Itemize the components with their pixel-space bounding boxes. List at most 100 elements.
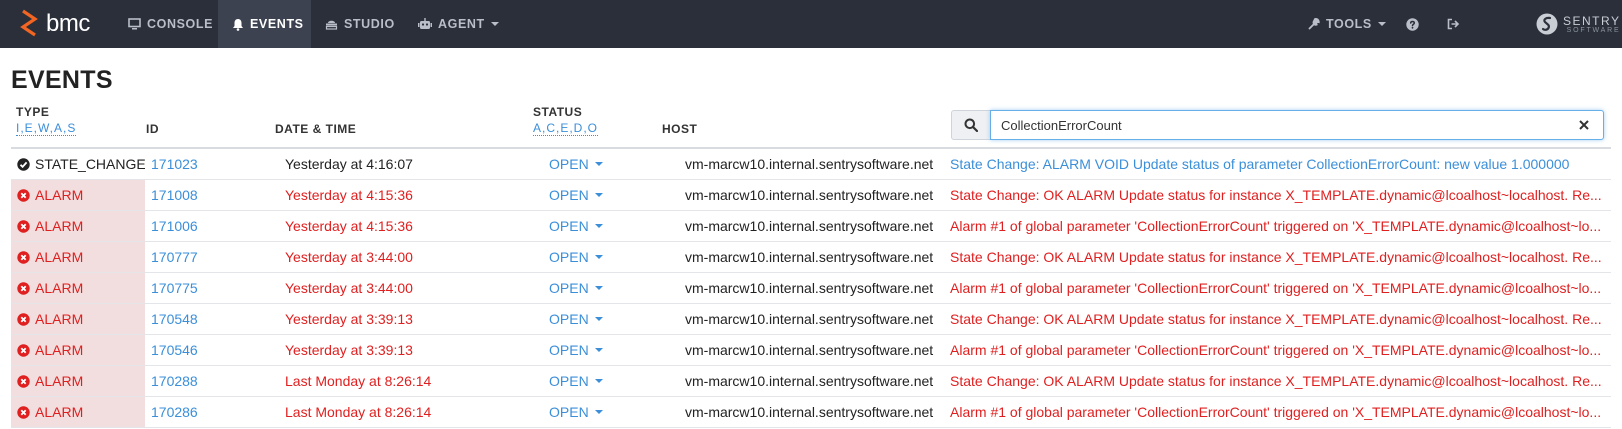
chevron-down-icon [594, 224, 603, 228]
nav-agent-dropdown[interactable]: AGENT [408, 0, 508, 48]
event-type-cell: STATE_CHANGE [11, 149, 145, 179]
chevron-down-icon [594, 286, 603, 290]
event-type-cell: ALARM [11, 397, 145, 427]
event-message[interactable]: Alarm #1 of global parameter 'Collection… [950, 335, 1611, 365]
search-input[interactable] [990, 110, 1604, 140]
event-status-label: OPEN [549, 373, 589, 389]
nav-studio[interactable]: STUDIO [315, 0, 407, 48]
event-id-link[interactable]: 170775 [151, 273, 271, 303]
event-message[interactable]: Alarm #1 of global parameter 'Collection… [950, 211, 1611, 241]
error-circle-icon [17, 281, 30, 295]
sentry-software-logo: SENTRY SOFTWARE [1536, 12, 1620, 36]
event-datetime: Yesterday at 3:44:00 [285, 249, 413, 265]
error-circle-icon [17, 250, 30, 264]
chevron-down-icon [1377, 22, 1386, 26]
clear-search-button[interactable] [1576, 117, 1592, 133]
event-message[interactable]: Alarm #1 of global parameter 'Collection… [950, 397, 1611, 427]
bmc-logo[interactable]: bmc [20, 8, 90, 40]
event-status-dropdown[interactable]: OPEN [549, 366, 669, 396]
table-row[interactable]: ALARM 170546 Yesterday at 3:39:13 OPEN vm-ma… [11, 335, 1611, 366]
table-row[interactable]: ALARM 170288 Last Monday at 8:26:14 OPEN vm-… [11, 366, 1611, 397]
event-datetime: Yesterday at 3:44:00 [285, 280, 413, 296]
event-id-link[interactable]: 171023 [151, 149, 271, 179]
table-row[interactable]: ALARM 170775 Yesterday at 3:44:00 OPEN vm-ma… [11, 273, 1611, 304]
event-status-dropdown[interactable]: OPEN [549, 335, 669, 365]
wrench-icon [1308, 18, 1320, 30]
event-status-dropdown[interactable]: OPEN [549, 273, 669, 303]
logout-button[interactable] [1439, 0, 1473, 48]
event-id-link[interactable]: 170777 [151, 242, 271, 272]
event-datetime: Yesterday at 4:16:07 [285, 156, 413, 172]
status-filter-link[interactable]: A,C,E,D,O [533, 122, 599, 136]
sentry-logo-icon [1536, 13, 1558, 35]
table-row[interactable]: ALARM 170548 Yesterday at 3:39:13 OPEN vm-ma… [11, 304, 1611, 335]
nav-tools-dropdown[interactable]: TOOLS [1300, 0, 1390, 48]
event-message[interactable]: State Change: OK ALARM Update status for… [950, 366, 1611, 396]
event-type: ALARM [35, 404, 84, 420]
table-row[interactable]: ALARM 170286 Last Monday at 8:26:14 OPEN vm-… [11, 397, 1611, 428]
event-status-dropdown[interactable]: OPEN [549, 304, 669, 334]
id-column-header[interactable]: ID [146, 122, 159, 136]
nav-events-label: EVENTS [250, 17, 304, 31]
event-id-link[interactable]: 170286 [151, 397, 271, 427]
event-id-link[interactable]: 170288 [151, 366, 271, 396]
chevron-down-icon [594, 348, 603, 352]
event-datetime: Last Monday at 8:26:14 [285, 404, 432, 420]
event-message[interactable]: State Change: ALARM VOID Update status o… [950, 149, 1611, 179]
chevron-down-icon [594, 410, 603, 414]
event-status-dropdown[interactable]: OPEN [549, 242, 669, 272]
event-datetime: Yesterday at 4:15:36 [285, 187, 413, 203]
sentry-name: SENTRY [1563, 13, 1621, 28]
nav-tools-label: TOOLS [1326, 17, 1372, 31]
event-status-label: OPEN [549, 404, 589, 420]
event-id-link[interactable]: 171006 [151, 211, 271, 241]
host-column-header[interactable]: HOST [662, 122, 697, 136]
chevron-down-icon [490, 22, 499, 26]
error-circle-icon [17, 374, 30, 388]
event-datetime: Yesterday at 3:39:13 [285, 342, 413, 358]
help-button[interactable] [1398, 0, 1432, 48]
event-message[interactable]: State Change: OK ALARM Update status for… [950, 242, 1611, 272]
event-message[interactable]: State Change: OK ALARM Update status for… [950, 180, 1611, 210]
brand-name: bmc [46, 10, 90, 37]
event-type: ALARM [35, 187, 84, 203]
table-row[interactable]: STATE_CHANGE 171023 Yesterday at 4:16:07 OP… [11, 149, 1611, 180]
sentry-sub: SOFTWARE [1566, 26, 1621, 34]
event-status-dropdown[interactable]: OPEN [549, 211, 669, 241]
event-type-cell: ALARM [11, 273, 145, 303]
table-row[interactable]: ALARM 171008 Yesterday at 4:15:36 OPEN vm-ma… [11, 180, 1611, 211]
event-message[interactable]: Alarm #1 of global parameter 'Collection… [950, 273, 1611, 303]
search-icon [964, 118, 978, 132]
table-row[interactable]: ALARM 170777 Yesterday at 3:44:00 OPEN vm-ma… [11, 242, 1611, 273]
event-type: ALARM [35, 218, 84, 234]
event-status-label: OPEN [549, 156, 589, 172]
event-host: vm-marcw10.internal.sentrysoftware.net [685, 156, 934, 172]
event-status-label: OPEN [549, 249, 589, 265]
datetime-column-header[interactable]: DATE & TIME [275, 122, 356, 136]
event-status-dropdown[interactable]: OPEN [549, 397, 669, 427]
check-circle-icon [17, 157, 30, 171]
event-id-link[interactable]: 170546 [151, 335, 271, 365]
top-navbar: bmc CONSOLE EVENTS STUDIO AGENT TOOLS SE… [0, 0, 1622, 48]
nav-agent-label: AGENT [438, 17, 485, 31]
studio-icon [325, 20, 338, 30]
event-status-dropdown[interactable]: OPEN [549, 180, 669, 210]
bell-icon [233, 18, 243, 31]
type-filter-link[interactable]: I,E,W,A,S [16, 122, 77, 136]
robot-icon [418, 18, 432, 29]
event-host: vm-marcw10.internal.sentrysoftware.net [685, 280, 934, 296]
event-id-link[interactable]: 171008 [151, 180, 271, 210]
event-id-link[interactable]: 170548 [151, 304, 271, 334]
error-circle-icon [17, 219, 30, 233]
nav-console[interactable]: CONSOLE [118, 0, 218, 48]
event-type: ALARM [35, 373, 84, 389]
event-message[interactable]: State Change: OK ALARM Update status for… [950, 304, 1611, 334]
search-button[interactable] [951, 110, 991, 140]
table-row[interactable]: ALARM 171006 Yesterday at 4:15:36 OPEN vm-ma… [11, 211, 1611, 242]
event-host: vm-marcw10.internal.sentrysoftware.net [685, 373, 934, 389]
monitor-icon [128, 18, 141, 30]
event-status-dropdown[interactable]: OPEN [549, 149, 669, 179]
event-type-cell: ALARM [11, 366, 145, 396]
bmc-logo-icon [20, 9, 38, 37]
nav-events[interactable]: EVENTS [218, 0, 311, 48]
